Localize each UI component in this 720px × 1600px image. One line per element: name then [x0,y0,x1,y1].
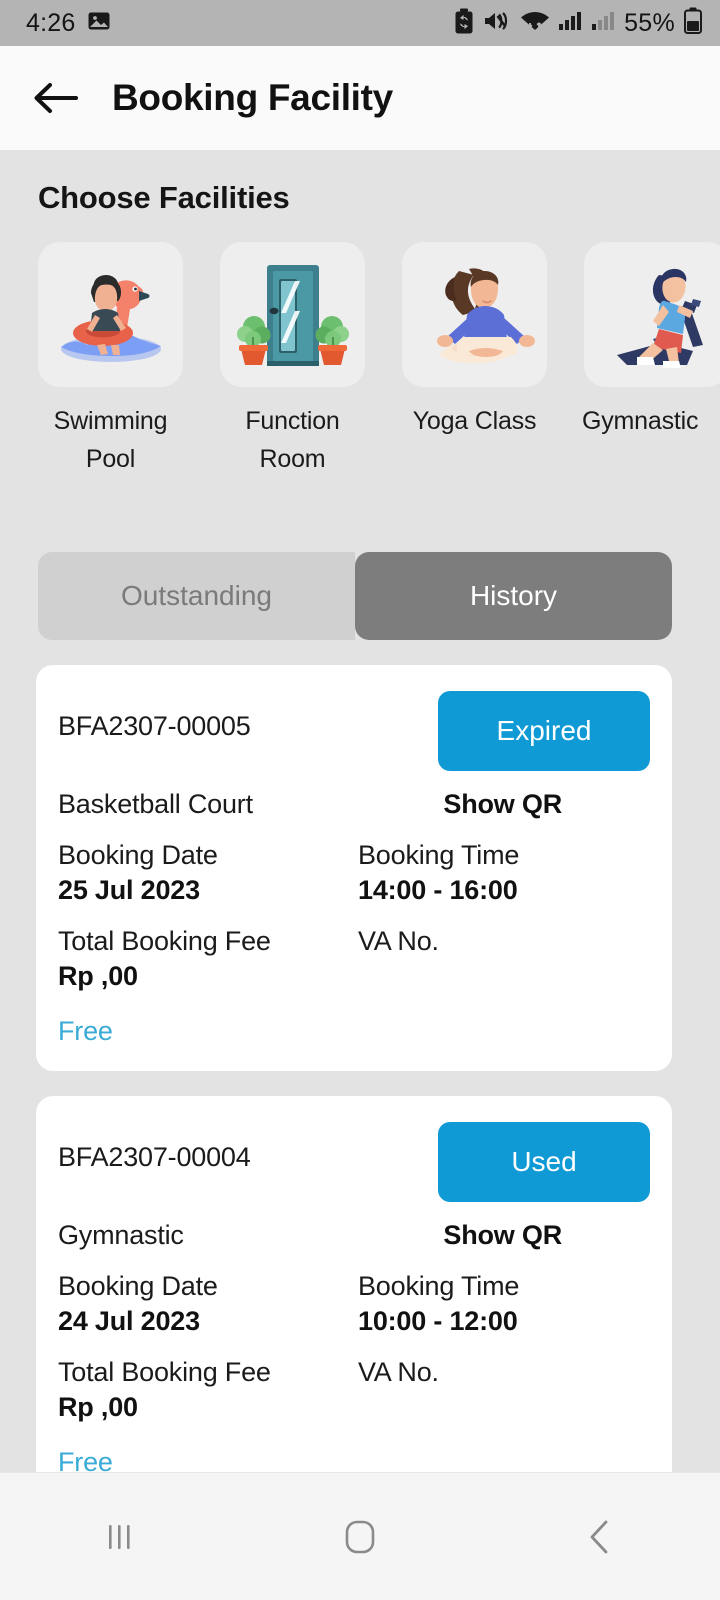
booking-datetime-row: Booking Date 24 Jul 2023 Booking Time 10… [58,1271,650,1337]
show-qr-button[interactable]: Show QR [443,1220,562,1251]
booking-fee-block: Total Booking Fee Rp ,00 [58,1357,358,1425]
battery-icon [684,7,702,39]
booking-date-block: Booking Date 24 Jul 2023 [58,1271,358,1337]
booking-date-label: Booking Date [58,1271,218,1301]
content-scroll-area[interactable]: Choose Facilities Swimming Pool Function… [0,150,720,1472]
booking-va-block: VA No. [358,926,439,994]
va-no-value [358,1392,439,1425]
total-fee-label: Total Booking Fee [58,1357,271,1387]
booking-time-label: Booking Time [358,1271,520,1301]
battery-saver-icon [454,8,474,39]
function-room-illustration [220,242,365,387]
signal-bars-icon-2 [591,9,615,38]
booking-facility-name: Basketball Court [58,789,253,819]
yoga-class-illustration [402,242,547,387]
battery-percent: 55% [624,8,675,37]
card-header-row: BFA2307-00004 Used [58,1122,650,1204]
va-no-label: VA No. [358,926,439,956]
free-tag: Free [58,1016,113,1046]
booking-time-label: Booking Time [358,840,520,870]
booking-time-block: Booking Time 10:00 - 12:00 [358,1271,519,1337]
booking-fee-row: Total Booking Fee Rp ,00 VA No. [58,926,650,994]
tab-history[interactable]: History [355,552,672,640]
facility-label: Gymnastic [582,407,699,435]
booking-va-block: VA No. [358,1357,439,1425]
booking-fee-block: Total Booking Fee Rp ,00 [58,926,358,994]
app-header: Booking Facility [0,46,720,150]
facility-label: Function Room [245,407,340,473]
status-bar-right: 55% [454,7,702,39]
va-no-label: VA No. [358,1357,439,1387]
total-fee-value: Rp ,00 [58,961,138,991]
booking-date-value: 25 Jul 2023 [58,875,200,905]
booking-date-label: Booking Date [58,840,218,870]
choose-facilities-title: Choose Facilities [38,180,290,215]
facility-item-gymnastic[interactable]: Gymnastic [582,242,720,478]
wifi-icon [519,9,550,38]
booking-card[interactable]: BFA2307-00004 Used Gymnastic Show QR Boo… [36,1096,672,1472]
facility-label: Yoga Class [412,407,537,435]
booking-fee-row: Total Booking Fee Rp ,00 VA No. [58,1357,650,1425]
booking-datetime-row: Booking Date 25 Jul 2023 Booking Time 14… [58,840,650,906]
booking-date-block: Booking Date 25 Jul 2023 [58,840,358,906]
gymnastic-illustration [584,242,720,387]
booking-tabs[interactable]: Outstanding History [38,552,672,640]
back-icon[interactable] [545,1492,655,1582]
card-facility-row: Gymnastic Show QR [58,1220,650,1251]
phone-screen: 4:26 55% Booking Facility Choose Facilit… [0,0,720,1600]
booking-id: BFA2307-00004 [58,1142,251,1172]
signal-bars-icon [558,9,582,38]
recents-icon[interactable] [65,1492,175,1582]
total-fee-value: Rp ,00 [58,1392,138,1422]
home-icon[interactable] [305,1492,415,1582]
show-qr-button[interactable]: Show QR [443,789,562,820]
tab-outstanding[interactable]: Outstanding [38,552,355,640]
back-arrow-icon[interactable] [28,71,82,125]
status-time: 4:26 [26,8,76,37]
booking-date-value: 24 Jul 2023 [58,1306,200,1336]
booking-time-block: Booking Time 14:00 - 16:00 [358,840,519,906]
facility-carousel[interactable]: Swimming Pool Function Room Yoga Class G… [0,242,720,478]
image-icon [87,9,111,38]
status-badge[interactable]: Used [438,1122,650,1202]
swimming-pool-illustration [38,242,183,387]
free-tag: Free [58,1447,113,1472]
status-badge[interactable]: Expired [438,691,650,771]
android-nav-bar [0,1472,720,1600]
booking-time-value: 10:00 - 12:00 [358,1306,518,1336]
booking-time-value: 14:00 - 16:00 [358,875,518,905]
total-fee-label: Total Booking Fee [58,926,271,956]
facility-item-function-room[interactable]: Function Room [220,242,365,478]
facility-item-swimming-pool[interactable]: Swimming Pool [38,242,183,478]
booking-card[interactable]: BFA2307-00005 Expired Basketball Court S… [36,665,672,1071]
va-no-value [358,961,439,994]
status-bar: 4:26 55% [0,0,720,46]
mute-vibrate-icon [483,9,510,38]
facility-item-yoga-class[interactable]: Yoga Class [402,242,547,478]
status-bar-left: 4:26 [26,9,111,38]
facility-label: Swimming Pool [53,407,168,473]
card-facility-row: Basketball Court Show QR [58,789,650,820]
page-title: Booking Facility [112,77,393,118]
booking-id: BFA2307-00005 [58,711,251,741]
booking-facility-name: Gymnastic [58,1220,184,1250]
card-header-row: BFA2307-00005 Expired [58,691,650,773]
